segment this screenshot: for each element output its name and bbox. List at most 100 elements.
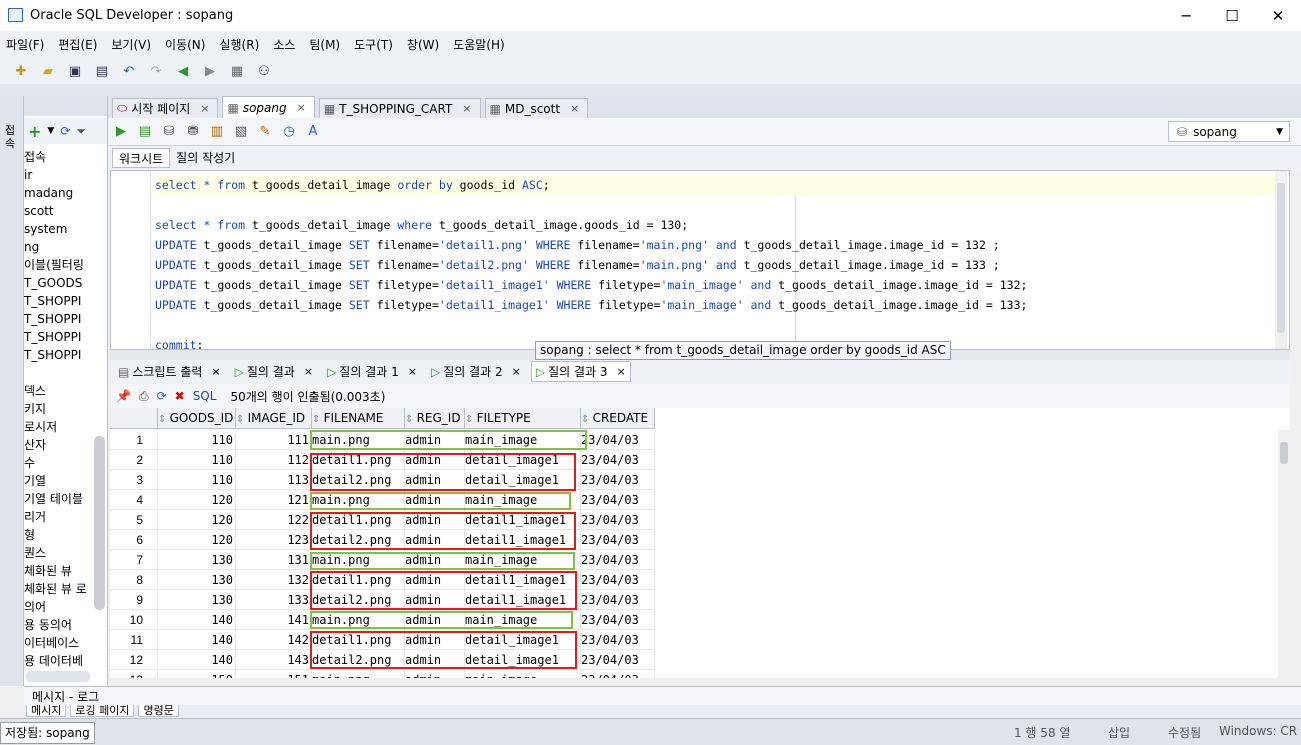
column-header[interactable]: ⇕ GOODS_ID: [158, 408, 236, 429]
table-cell[interactable]: 23/04/03: [581, 430, 655, 450]
tree-item[interactable]: [24, 364, 92, 382]
rollback-icon[interactable]: ⛃: [184, 124, 202, 140]
tree-item[interactable]: T_SHOPPI: [24, 292, 92, 310]
table-cell[interactable]: main.png: [312, 670, 405, 678]
tab-statements[interactable]: 명령문: [138, 705, 179, 717]
table-cell[interactable]: 23/04/03: [581, 450, 655, 470]
back-icon[interactable]: ◀: [174, 63, 192, 79]
refresh-icon[interactable]: ⟳: [60, 124, 70, 138]
menu-navigate[interactable]: 이동(N): [165, 36, 205, 53]
tree-item[interactable]: scott: [24, 202, 92, 220]
menu-file[interactable]: 파일(F): [6, 36, 44, 53]
menu-window[interactable]: 창(W): [407, 36, 439, 53]
tree-item[interactable]: 용 데이터베: [24, 652, 92, 670]
tree-item[interactable]: ng: [24, 238, 92, 256]
table-cell[interactable]: 132: [236, 570, 312, 590]
explain-plan-icon[interactable]: ▥: [208, 124, 226, 140]
tree-item[interactable]: ir: [24, 166, 92, 184]
binoculars-icon[interactable]: ⚇: [255, 63, 273, 79]
tree-item[interactable]: 용 동의어: [24, 616, 92, 634]
close-tab-icon[interactable]: ×: [304, 365, 313, 378]
table-cell[interactable]: 123: [236, 530, 312, 550]
table-cell[interactable]: 23/04/03: [581, 550, 655, 570]
cancel-icon[interactable]: ✖: [175, 389, 185, 403]
connections-hscroll[interactable]: [26, 671, 90, 682]
tree-item[interactable]: 형: [24, 526, 92, 544]
table-cell[interactable]: 23/04/03: [581, 490, 655, 510]
minimize-button[interactable]: ─: [1163, 0, 1209, 31]
table-cell[interactable]: 23/04/03: [581, 470, 655, 490]
result-grid[interactable]: ⇕ GOODS_ID ⇕ IMAGE_ID ⇕ FILENAME ⇕ REG_ID ⇕ …: [110, 408, 1290, 678]
refresh-icon[interactable]: ⟳: [157, 389, 167, 403]
close-tab-icon[interactable]: ×: [408, 365, 417, 378]
tree-item[interactable]: 기열 테이블: [24, 490, 92, 508]
tree-item[interactable]: 로시저: [24, 418, 92, 436]
editor-vscroll[interactable]: [1275, 171, 1287, 349]
table-cell[interactable]: 23/04/03: [581, 590, 655, 610]
table-cell[interactable]: 140: [158, 630, 236, 650]
add-connection-icon[interactable]: +: [28, 122, 41, 141]
table-cell[interactable]: 130: [158, 550, 236, 570]
table-cell[interactable]: admin: [405, 670, 465, 678]
maximize-button[interactable]: ☐: [1209, 0, 1255, 31]
connection-selector[interactable]: ⛁ sopang ▼: [1168, 121, 1290, 142]
table-cell[interactable]: 130: [158, 570, 236, 590]
menu-view[interactable]: 보기(V): [111, 36, 151, 53]
table-cell[interactable]: main_image: [465, 670, 581, 678]
tree-item[interactable]: 산자: [24, 436, 92, 454]
table-cell[interactable]: 113: [236, 470, 312, 490]
table-cell[interactable]: 23/04/03: [581, 610, 655, 630]
connections-vscroll[interactable]: [94, 436, 105, 610]
tab-t-shopping-cart[interactable]: ▦ T_SHOPPING_CART ×: [318, 98, 481, 118]
tree-item[interactable]: system: [24, 220, 92, 238]
close-tab-icon[interactable]: ×: [617, 365, 626, 378]
menu-team[interactable]: 팀(M): [309, 36, 340, 53]
filter-icon[interactable]: ⏷: [76, 124, 86, 139]
commit-icon[interactable]: ⛁: [160, 124, 178, 140]
tab-query-builder[interactable]: 질의 작성기: [170, 148, 241, 168]
tree-item[interactable]: 퀀스: [24, 544, 92, 562]
close-tab-icon[interactable]: ×: [200, 102, 209, 115]
tree-item[interactable]: T_SHOPPI: [24, 328, 92, 346]
save-all-icon[interactable]: ▤: [93, 63, 111, 79]
tree-item[interactable]: 수: [24, 454, 92, 472]
result-tab[interactable]: ▷ 질의 결과 1 ×: [323, 361, 421, 382]
table-cell[interactable]: 23/04/03: [581, 650, 655, 670]
table-cell[interactable]: 133: [236, 590, 312, 610]
tab-md-scott[interactable]: ▦ MD_scott ×: [484, 98, 589, 118]
grid-vscroll[interactable]: [1278, 430, 1290, 678]
table-cell[interactable]: 120: [158, 510, 236, 530]
tree-item[interactable]: 접속: [24, 148, 92, 166]
run-script-icon[interactable]: ▤: [136, 124, 154, 140]
table-cell[interactable]: 140: [158, 650, 236, 670]
column-header[interactable]: ⇕ FILETYPE: [465, 408, 581, 429]
close-tab-icon[interactable]: ×: [297, 101, 306, 114]
table-cell[interactable]: 110: [158, 470, 236, 490]
tab-start-page[interactable]: ⬭ 시작 페이지 ×: [112, 98, 219, 118]
table-cell[interactable]: 122: [236, 510, 312, 530]
menu-run[interactable]: 실행(R): [219, 36, 259, 53]
table-cell[interactable]: 23/04/03: [581, 530, 655, 550]
table-cell[interactable]: 142: [236, 630, 312, 650]
tab-worksheet[interactable]: 워크시트: [112, 148, 171, 168]
result-tab[interactable]: ▷ 질의 결과 ×: [231, 361, 317, 382]
new-file-icon[interactable]: ✚: [12, 63, 30, 79]
table-cell[interactable]: 130: [158, 590, 236, 610]
column-header[interactable]: ⇕ FILENAME: [312, 408, 405, 429]
column-header[interactable]: ⇕ REG_ID: [405, 408, 465, 429]
table-cell[interactable]: 120: [158, 530, 236, 550]
close-tab-icon[interactable]: ×: [570, 102, 579, 115]
result-tab[interactable]: ▷ 질의 결과 3 ×: [530, 361, 631, 382]
table-row[interactable]: 13150151main.pngadminmain_image23/04/03: [110, 670, 655, 678]
table-cell[interactable]: 23/04/03: [581, 510, 655, 530]
tree-item[interactable]: 의어: [24, 598, 92, 616]
tree-item[interactable]: madang: [24, 184, 92, 202]
table-cell[interactable]: 23/04/03: [581, 570, 655, 590]
sql-icon[interactable]: ▦: [228, 63, 246, 79]
table-cell[interactable]: 112: [236, 450, 312, 470]
tree-item[interactable]: 체화된 뷰 로: [24, 580, 92, 598]
forward-icon[interactable]: ▶: [201, 63, 219, 79]
table-cell[interactable]: 151: [236, 670, 312, 678]
result-tab[interactable]: ▤ 스크립트 출력 ×: [114, 361, 225, 382]
tree-item[interactable]: 리거: [24, 508, 92, 526]
